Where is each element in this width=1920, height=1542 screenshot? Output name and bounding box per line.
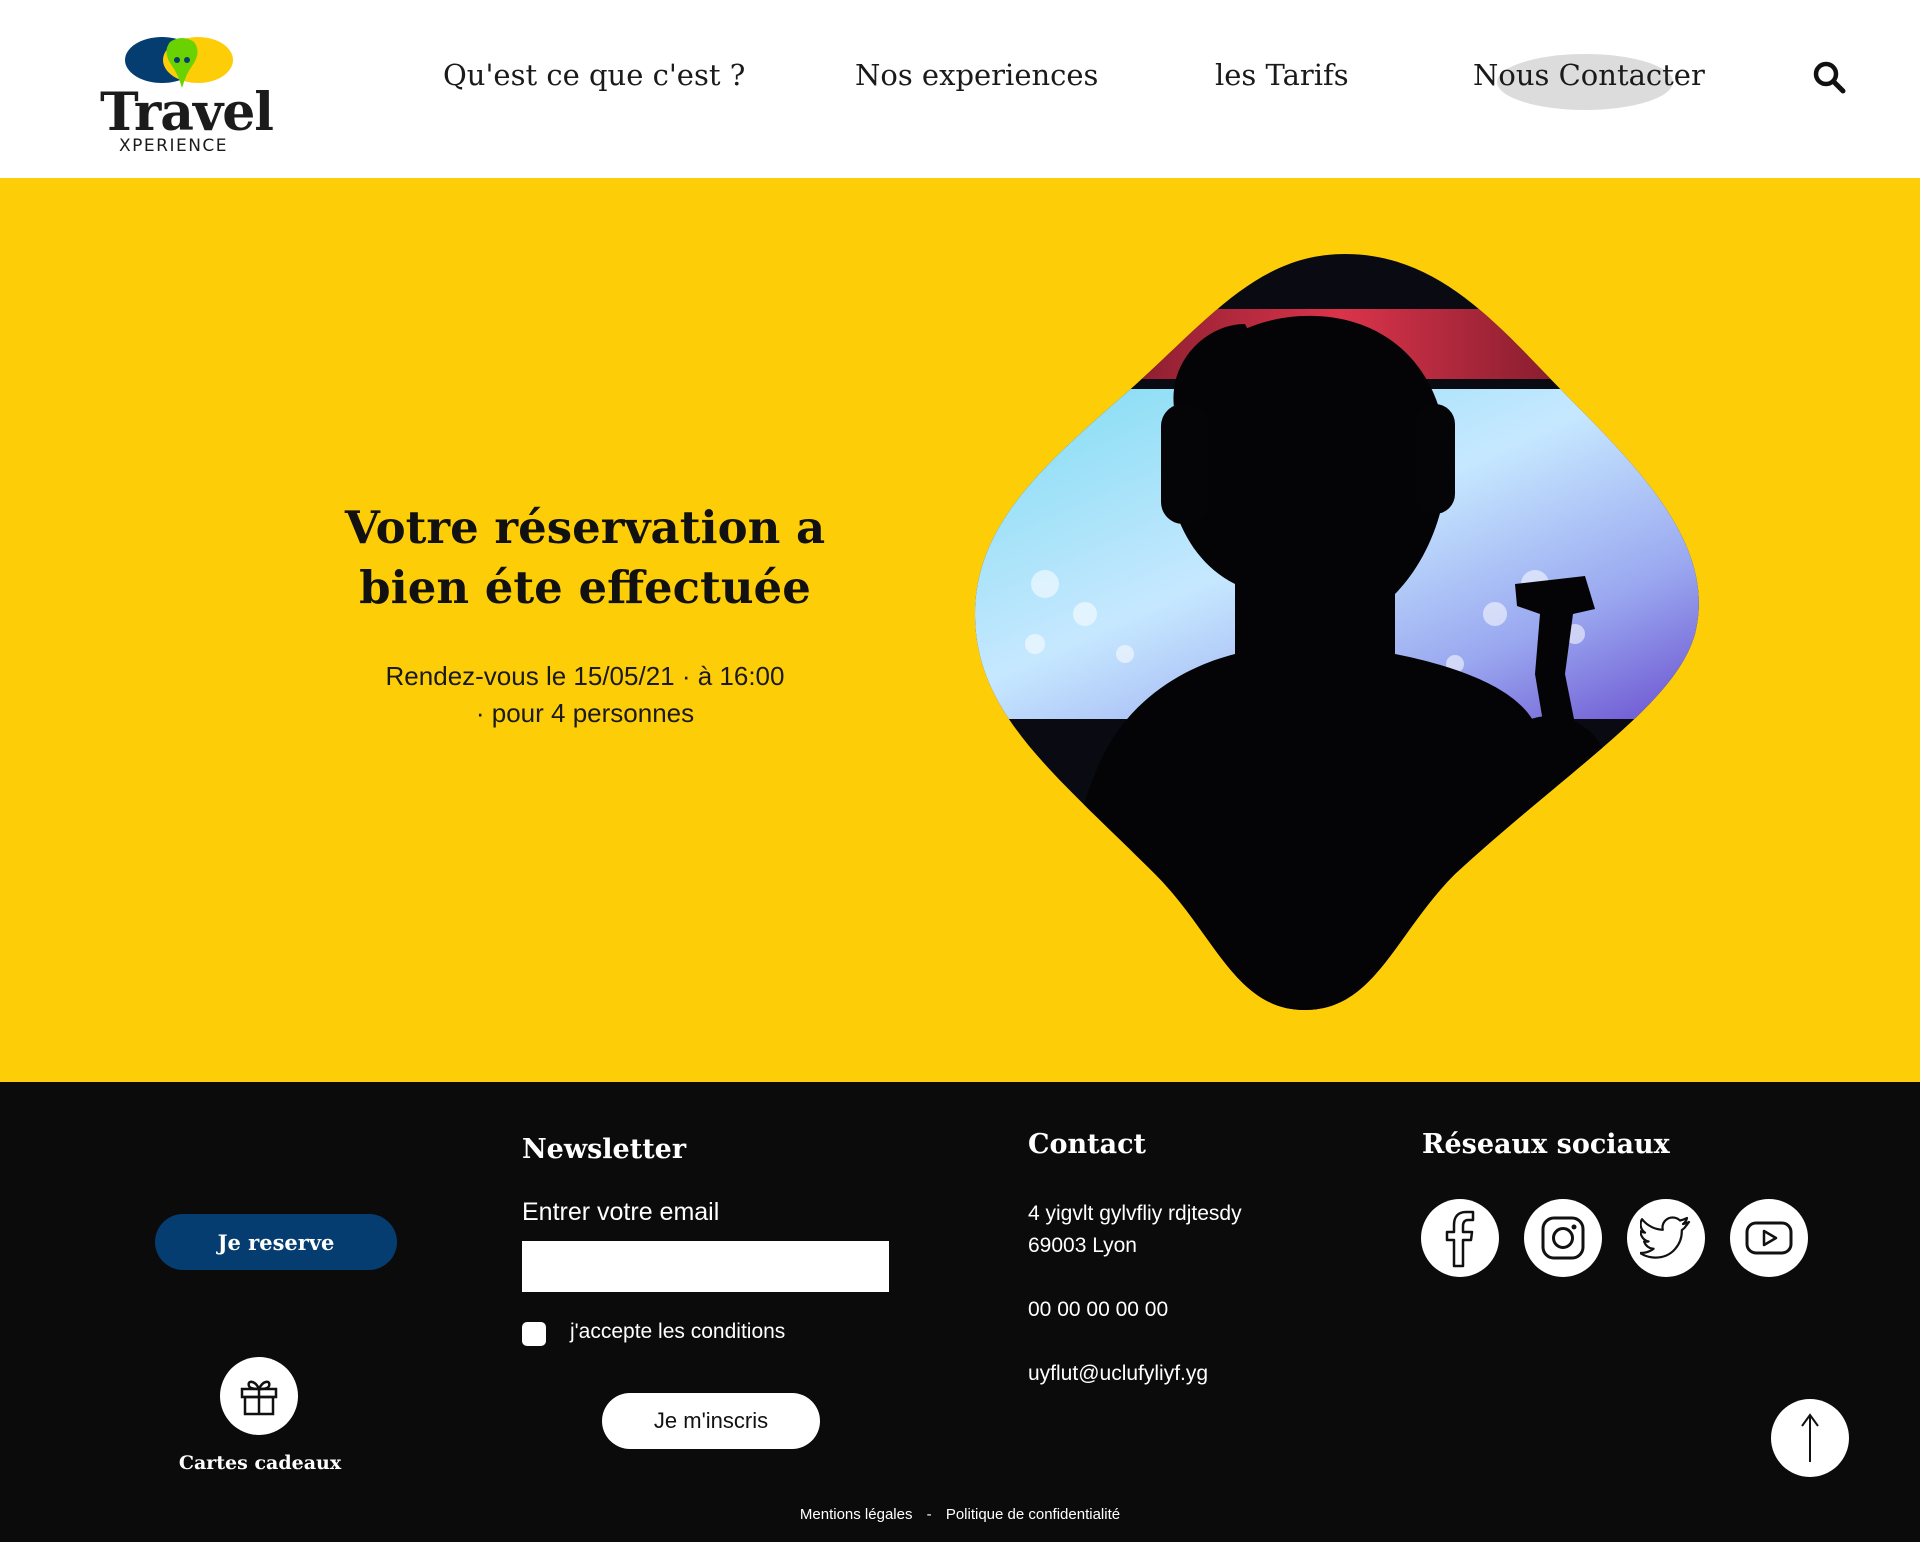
gift-icon xyxy=(240,1380,278,1416)
subscribe-button[interactable]: Je m'inscris xyxy=(602,1393,820,1449)
gift-card-label: Cartes cadeaux xyxy=(178,1452,342,1474)
booking-details: Rendez-vous le 15/05/21 · à 16:00 · pour… xyxy=(360,658,810,732)
confirmation-title-line2: bien éte effectuée xyxy=(359,561,811,614)
booking-date-time: Rendez-vous le 15/05/21 · à 16:00 xyxy=(385,661,785,691)
twitter-link[interactable] xyxy=(1627,1199,1705,1277)
contact-address-line2: 69003 Lyon xyxy=(1028,1234,1137,1257)
youtube-link[interactable] xyxy=(1730,1199,1808,1277)
main-nav: Qu'est ce que c'est ? Nos experiences le… xyxy=(0,52,1920,112)
reserve-button[interactable]: Je reserve xyxy=(155,1214,397,1270)
facebook-icon xyxy=(1445,1210,1475,1268)
youtube-icon xyxy=(1745,1221,1793,1255)
contact-title: Contact xyxy=(1028,1129,1147,1160)
twitter-icon xyxy=(1640,1216,1691,1259)
nav-item-tarifs[interactable]: les Tarifs xyxy=(1215,52,1349,98)
site-footer: Je reserve Cartes cadeaux Newsletter Ent… xyxy=(0,1082,1920,1542)
contact-phone[interactable]: 00 00 00 00 00 xyxy=(1028,1298,1168,1322)
conditions-checkbox[interactable] xyxy=(522,1322,546,1346)
confirmation-title: Votre réservation a bien éte effectuée xyxy=(330,498,840,618)
nav-item-contact[interactable]: Nous Contacter xyxy=(1473,52,1705,110)
gift-card-button[interactable] xyxy=(220,1357,298,1435)
nav-item-experiences[interactable]: Nos experiences xyxy=(855,52,1098,98)
conditions-label: j'accepte les conditions xyxy=(570,1320,786,1343)
site-header: Travel XPERIENCE Qu'est ce que c'est ? N… xyxy=(0,0,1920,178)
newsletter-email-label: Entrer votre email xyxy=(522,1198,720,1226)
confirmation-hero: Votre réservation a bien éte effectuée R… xyxy=(0,178,1920,1082)
contact-address-line1: 4 yigvlt gylvfliy rdjtesdy xyxy=(1028,1202,1242,1225)
newsletter-title: Newsletter xyxy=(522,1134,687,1165)
nav-item-what-is-it[interactable]: Qu'est ce que c'est ? xyxy=(443,52,745,98)
instagram-icon xyxy=(1541,1216,1585,1260)
back-to-top-button[interactable] xyxy=(1771,1399,1849,1477)
contact-email[interactable]: uyflut@uclufyliyf.yg xyxy=(1028,1362,1208,1386)
facebook-link[interactable] xyxy=(1421,1199,1499,1277)
booking-people: · pour 4 personnes xyxy=(475,698,695,728)
instagram-link[interactable] xyxy=(1524,1199,1602,1277)
logo-subtitle: XPERIENCE xyxy=(119,136,229,156)
newsletter-email-input[interactable] xyxy=(522,1241,889,1292)
legal-links: Mentions légales - Politique de confiden… xyxy=(0,1506,1920,1523)
arrow-up-icon xyxy=(1801,1413,1819,1462)
legal-separator: - xyxy=(926,1506,932,1523)
legal-notice-link[interactable]: Mentions légales xyxy=(800,1506,913,1523)
search-icon xyxy=(1813,61,1846,94)
social-title: Réseaux sociaux xyxy=(1422,1129,1670,1160)
search-button[interactable] xyxy=(1812,60,1846,94)
confirmation-title-line1: Votre réservation a xyxy=(344,501,826,554)
vr-gamer-image xyxy=(975,254,1699,1010)
privacy-policy-link[interactable]: Politique de confidentialité xyxy=(946,1506,1120,1523)
